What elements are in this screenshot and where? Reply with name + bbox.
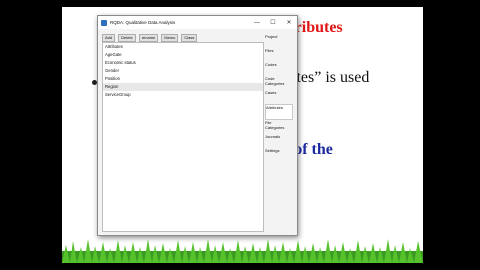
maximize-button[interactable]: ☐: [265, 16, 281, 29]
rqda-window[interactable]: RQDA: Qualitative Data Analysis — ☐ ✕ Ad…: [97, 15, 298, 236]
list-item[interactable]: Economic status: [103, 59, 263, 67]
tab-settings[interactable]: Settings: [265, 148, 293, 162]
list-item[interactable]: ServiceGroup: [103, 91, 263, 99]
side-tabs: Project Files Codes Code Categories Case…: [265, 34, 293, 162]
tab-attributes[interactable]: Attributes: [265, 104, 293, 120]
tab-project[interactable]: Project: [265, 34, 293, 48]
class-button[interactable]: Class: [181, 34, 198, 42]
rename-button[interactable]: rename: [138, 34, 159, 42]
memo-button[interactable]: Memo: [161, 34, 179, 42]
window-titlebar[interactable]: RQDA: Qualitative Data Analysis — ☐ ✕: [98, 16, 297, 29]
delete-button[interactable]: Delete: [118, 34, 136, 42]
tab-files[interactable]: Files: [265, 48, 293, 62]
tab-file-categories[interactable]: File Categories: [265, 120, 293, 134]
add-button[interactable]: Add: [102, 34, 116, 42]
attributes-list[interactable]: Attributes AgeGate Economic status Gende…: [102, 42, 264, 232]
tab-cases[interactable]: Cases: [265, 90, 293, 104]
list-item[interactable]: AgeGate: [103, 51, 263, 59]
tab-journals[interactable]: Journals: [265, 134, 293, 148]
close-button[interactable]: ✕: [281, 16, 297, 29]
tab-code-categories[interactable]: Code Categories: [265, 76, 293, 90]
list-header: Attributes: [105, 44, 123, 49]
list-item[interactable]: Gender: [103, 67, 263, 75]
list-item-selected[interactable]: Region: [103, 83, 263, 91]
window-title: RQDA: Qualitative Data Analysis: [110, 20, 176, 25]
tab-codes[interactable]: Codes: [265, 62, 293, 76]
list-item[interactable]: Position: [103, 75, 263, 83]
minimize-button[interactable]: —: [249, 16, 265, 29]
app-icon: [101, 19, 107, 26]
attribute-toolbar: Add Delete rename Memo Class: [102, 34, 198, 42]
grass-decoration-icon: [62, 239, 423, 263]
